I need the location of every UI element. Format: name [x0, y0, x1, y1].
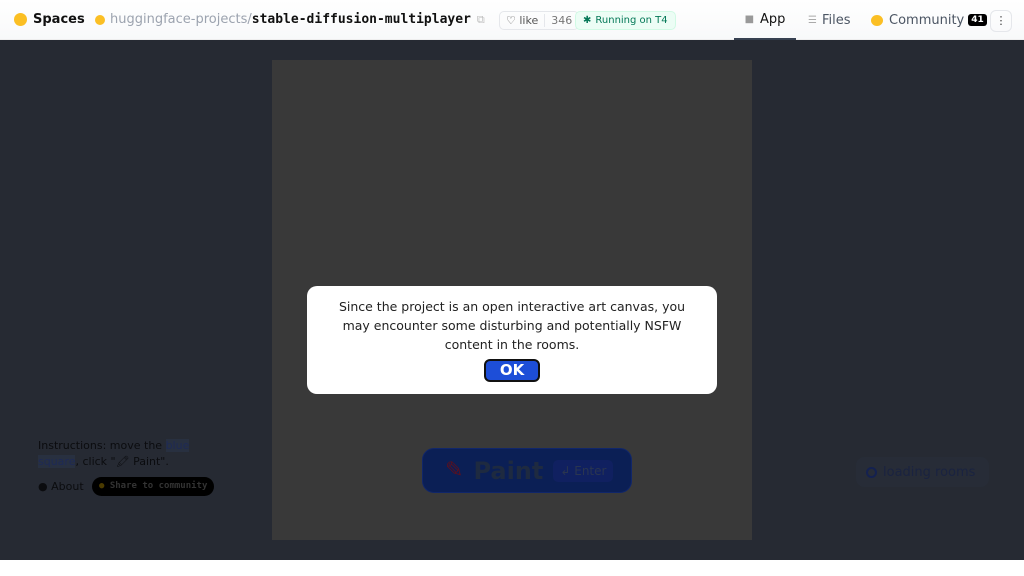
heart-icon: ♡ like	[506, 14, 539, 27]
enter-shortcut-hint: ↲ Enter	[553, 459, 614, 482]
cube-icon: ■	[744, 13, 755, 25]
share-to-community-button[interactable]: ● Share to community	[92, 477, 215, 496]
spaces-link[interactable]: Spaces	[14, 12, 85, 27]
share-label: Share to community	[109, 481, 208, 491]
loading-label: loading rooms	[883, 464, 976, 480]
hugging-face-logo-icon	[14, 13, 27, 26]
files-icon: ☰	[808, 14, 817, 26]
tab-files[interactable]: ☰ Files	[808, 0, 851, 40]
paint-label: Paint	[473, 456, 544, 485]
app-area: Instructions: move the blue square, clic…	[0, 40, 1024, 560]
status-text: Running on T4	[595, 15, 668, 26]
instructions: Instructions: move the blue square, clic…	[38, 438, 198, 470]
running-icon: ✱	[583, 15, 592, 26]
status-badge: ✱ Running on T4	[575, 11, 676, 30]
more-options-button[interactable]: ⋮	[990, 10, 1012, 32]
loading-rooms-indicator: loading rooms	[856, 457, 990, 487]
community-count-badge: 41	[968, 14, 987, 26]
tab-community[interactable]: Community 41	[871, 0, 987, 40]
about-label: About	[51, 480, 84, 493]
org-avatar-icon	[95, 14, 105, 25]
about-link[interactable]: ● About	[38, 480, 84, 493]
spaces-label: Spaces	[33, 12, 85, 27]
tab-files-label: Files	[821, 12, 851, 28]
community-icon	[871, 14, 883, 26]
hf-icon: ●	[99, 481, 105, 491]
org-link[interactable]: huggingface-projects	[110, 12, 247, 27]
top-header: Spaces huggingface-projects / stable-diffu…	[0, 0, 1024, 40]
instructions-suffix: , click "🖍 Paint".	[75, 455, 169, 468]
info-icon: ●	[38, 480, 48, 493]
like-label: like	[519, 14, 539, 27]
tab-app[interactable]: ■ App	[734, 0, 796, 40]
crayon-icon: ✎	[445, 458, 464, 483]
ok-button[interactable]: OK	[484, 359, 540, 382]
instructions-text: Instructions: move the	[38, 439, 166, 452]
like-count: 346	[544, 14, 578, 27]
paint-button[interactable]: ✎ Paint ↲ Enter	[422, 448, 632, 493]
nsfw-warning-modal: Since the project is an open interactive…	[307, 286, 717, 394]
repo-name[interactable]: stable-diffusion-multiplayer	[252, 12, 471, 27]
spinner-icon	[866, 466, 877, 478]
tab-community-label: Community	[889, 12, 965, 28]
copy-icon[interactable]: ⧉	[477, 13, 485, 27]
tab-app-label: App	[760, 11, 786, 27]
modal-message: Since the project is an open interactive…	[338, 299, 686, 352]
breadcrumb: huggingface-projects / stable-diffusion-mu…	[95, 12, 485, 27]
like-button[interactable]: ♡ like 346	[499, 11, 580, 30]
